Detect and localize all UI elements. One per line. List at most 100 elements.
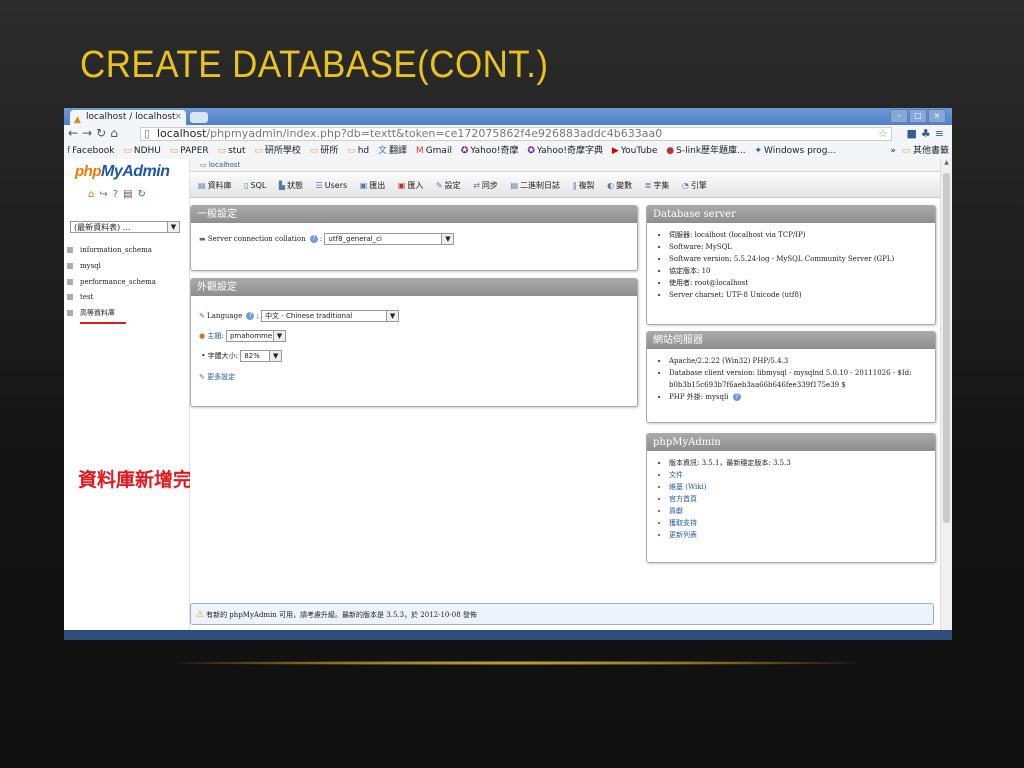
bookmark-item[interactable]: M Gmail <box>416 143 452 159</box>
back-icon[interactable]: ← <box>68 126 82 140</box>
top-menu: ▤ 資料庫 ▯ SQL ▙ 狀態 ☰ Users ▣ 匯出 ▣ 匯入 ✎ 設定 ⇄ 同步 ▤ 二進… <box>190 175 940 198</box>
tab-sync[interactable]: ⇄ 同步 <box>473 181 498 190</box>
phpmyadmin-favicon-icon: ▲ <box>74 115 81 125</box>
reload-icon[interactable]: ↻ <box>96 126 110 140</box>
help-icon[interactable]: ? <box>732 393 741 401</box>
maximize-icon[interactable]: □ <box>909 109 927 123</box>
fontsize-select[interactable]: 82% ▼ <box>240 350 283 362</box>
language-select[interactable]: 中文 - Chinese traditional ▼ <box>261 310 400 322</box>
database-item[interactable]: mysql <box>67 258 156 274</box>
bookmark-item[interactable]: ✦ Windows prog... <box>755 143 837 159</box>
help-icon[interactable]: ? <box>246 312 255 320</box>
folder-icon: ▭ <box>169 146 179 156</box>
help-icon[interactable]: ? <box>309 235 318 243</box>
tab-import[interactable]: ▣ 匯入 <box>398 181 424 190</box>
bookmark-item[interactable]: ✪ Yahoo!奇摩 <box>461 143 519 159</box>
documentation-link[interactable]: 文件 <box>669 469 927 481</box>
extension-icon[interactable]: ■ <box>907 127 921 140</box>
help-icon[interactable]: ? <box>113 189 123 200</box>
theme-icon: ● <box>199 332 206 340</box>
bookmark-item[interactable]: f Facebook <box>67 143 114 159</box>
database-icon <box>67 278 73 285</box>
bookmarks-overflow[interactable]: » ▭ 其他書籤 <box>890 143 949 159</box>
scrollbar-thumb[interactable] <box>943 173 950 523</box>
collation-select[interactable]: utf8_general_ci ▼ <box>324 233 455 245</box>
reload-icon[interactable]: ↻ <box>138 189 151 200</box>
nav-buttons: ←→↻⌂ <box>68 126 122 140</box>
recent-tables-select[interactable]: (最新資料表) ... ▼ <box>70 221 180 233</box>
tab-replication[interactable]: ‖ 複製 <box>573 181 595 190</box>
tab-close-icon[interactable]: × <box>174 110 182 125</box>
warning-icon: ⚠ <box>196 610 205 620</box>
wiki-link[interactable]: 維基 (Wiki) <box>669 481 927 493</box>
sync-icon: ⇄ <box>473 181 480 190</box>
list-item: Database client version: libmysql - mysq… <box>669 367 927 391</box>
bookmark-star-icon[interactable]: ☆ <box>878 128 888 140</box>
browser-tab[interactable]: ▲ localhost / localhost × <box>70 110 186 125</box>
tab-status[interactable]: ▙ 狀態 <box>279 181 303 190</box>
tab-users[interactable]: ☰ Users <box>316 181 348 190</box>
phpmyadmin-logo[interactable]: phpMyAdmin <box>75 163 170 181</box>
database-item[interactable]: 高等資料庫 <box>67 305 156 321</box>
youtube-icon: ▶ <box>611 146 619 156</box>
minimize-icon[interactable]: – <box>890 109 908 123</box>
import-icon: ▣ <box>397 181 406 190</box>
breadcrumb-server[interactable]: localhost <box>209 161 240 169</box>
home-icon[interactable]: ⌂ <box>88 189 99 200</box>
bookmark-item[interactable]: ▭ hd <box>347 143 369 159</box>
page-icon: ▯ <box>144 127 151 140</box>
taskbar <box>64 630 952 640</box>
bookmark-item[interactable]: ▭ 研所學校 <box>254 143 301 159</box>
slide-title: CREATE DATABASE(CONT.) <box>80 44 549 86</box>
web-server-panel: 網站伺服器 Apache/2.2.22 (Win32) PHP/5.4.3 Da… <box>646 331 936 423</box>
support-link[interactable]: 獲取支持 <box>669 517 927 529</box>
tab-engines[interactable]: ◔ 引擎 <box>682 181 707 190</box>
tab-export[interactable]: ▣ 匯出 <box>360 181 386 190</box>
theme-label[interactable]: 主題 <box>207 332 221 340</box>
bookmark-item[interactable]: ✪ Yahoo!奇摩字典 <box>527 143 603 159</box>
tab-settings[interactable]: ✎ 設定 <box>436 181 461 190</box>
new-tab-button[interactable] <box>190 112 208 123</box>
tab-charsets[interactable]: ≣ 字集 <box>645 181 670 190</box>
database-item[interactable]: test <box>67 289 156 305</box>
more-settings-link[interactable]: 更多設定 <box>207 373 235 381</box>
tab-title: localhost / localhost <box>86 112 176 122</box>
bookmark-item[interactable]: ▭ stut <box>218 143 246 159</box>
extension2-icon[interactable]: ♣ <box>921 127 935 140</box>
language-icon: ✎ <box>199 312 205 320</box>
tab-sql[interactable]: ▯ SQL <box>244 181 266 190</box>
list-item: 版本資訊: 3.5.1，最新穩定版本: 3.5.3 <box>669 457 927 469</box>
binlog-icon: ▤ <box>510 181 519 190</box>
database-item[interactable]: performance_schema <box>67 274 156 290</box>
close-window-icon[interactable]: × <box>928 109 946 123</box>
tab-databases[interactable]: ▤ 資料庫 <box>198 181 232 190</box>
bookmark-item[interactable]: ▭ NDHU <box>123 143 161 159</box>
changelog-link[interactable]: 更新列表 <box>669 529 927 541</box>
bookmark-item[interactable]: 文翻譯 <box>378 143 407 159</box>
bookmark-item[interactable]: ▭ PAPER <box>170 143 209 159</box>
database-server-panel: Database server 伺服器: localhost (localhos… <box>646 205 936 325</box>
forward-icon[interactable]: → <box>82 126 96 140</box>
home-icon[interactable]: ⌂ <box>110 126 122 140</box>
homepage-link[interactable]: 官方首頁 <box>669 493 927 505</box>
chevron-down-icon: ▼ <box>167 222 179 232</box>
bookmark-item[interactable]: ▶ YouTube <box>612 143 658 159</box>
url-field[interactable]: ▯ localhost/phpmyadmin/index.php?db=text… <box>140 127 892 141</box>
server-info-list: 伺服器: localhost (localhost via TCP/IP) So… <box>653 229 927 301</box>
tab-binlog[interactable]: ▤ 二進制日誌 <box>510 181 560 190</box>
scroll-up-icon[interactable]: ▲ <box>941 159 952 166</box>
vertical-scrollbar[interactable]: ▲ ▼ <box>940 159 952 640</box>
tab-variables[interactable]: ◐ 變數 <box>607 181 632 190</box>
bookmark-item[interactable]: ▭ 研所 <box>310 143 339 159</box>
list-item: 使用者: root@localhost <box>669 277 927 289</box>
database-item[interactable]: information_schema <box>67 242 156 258</box>
panel-title: phpMyAdmin <box>647 434 935 451</box>
theme-select[interactable]: pmahomme ▼ <box>225 330 286 342</box>
docs-icon[interactable]: ▤ <box>123 189 137 200</box>
pma-info-list: 版本資訊: 3.5.1，最新穩定版本: 3.5.3 文件 維基 (Wiki) 官… <box>653 457 927 541</box>
bookmark-item[interactable]: ● S-link歷年題庫... <box>666 143 745 159</box>
exit-icon[interactable]: ↪ <box>99 189 112 200</box>
contribute-link[interactable]: 貢獻 <box>669 505 927 517</box>
address-toolbar: ←→↻⌂ ▯ localhost/phpmyadmin/index.php?db… <box>64 125 952 143</box>
menu-icon[interactable]: ≡ <box>935 127 948 140</box>
